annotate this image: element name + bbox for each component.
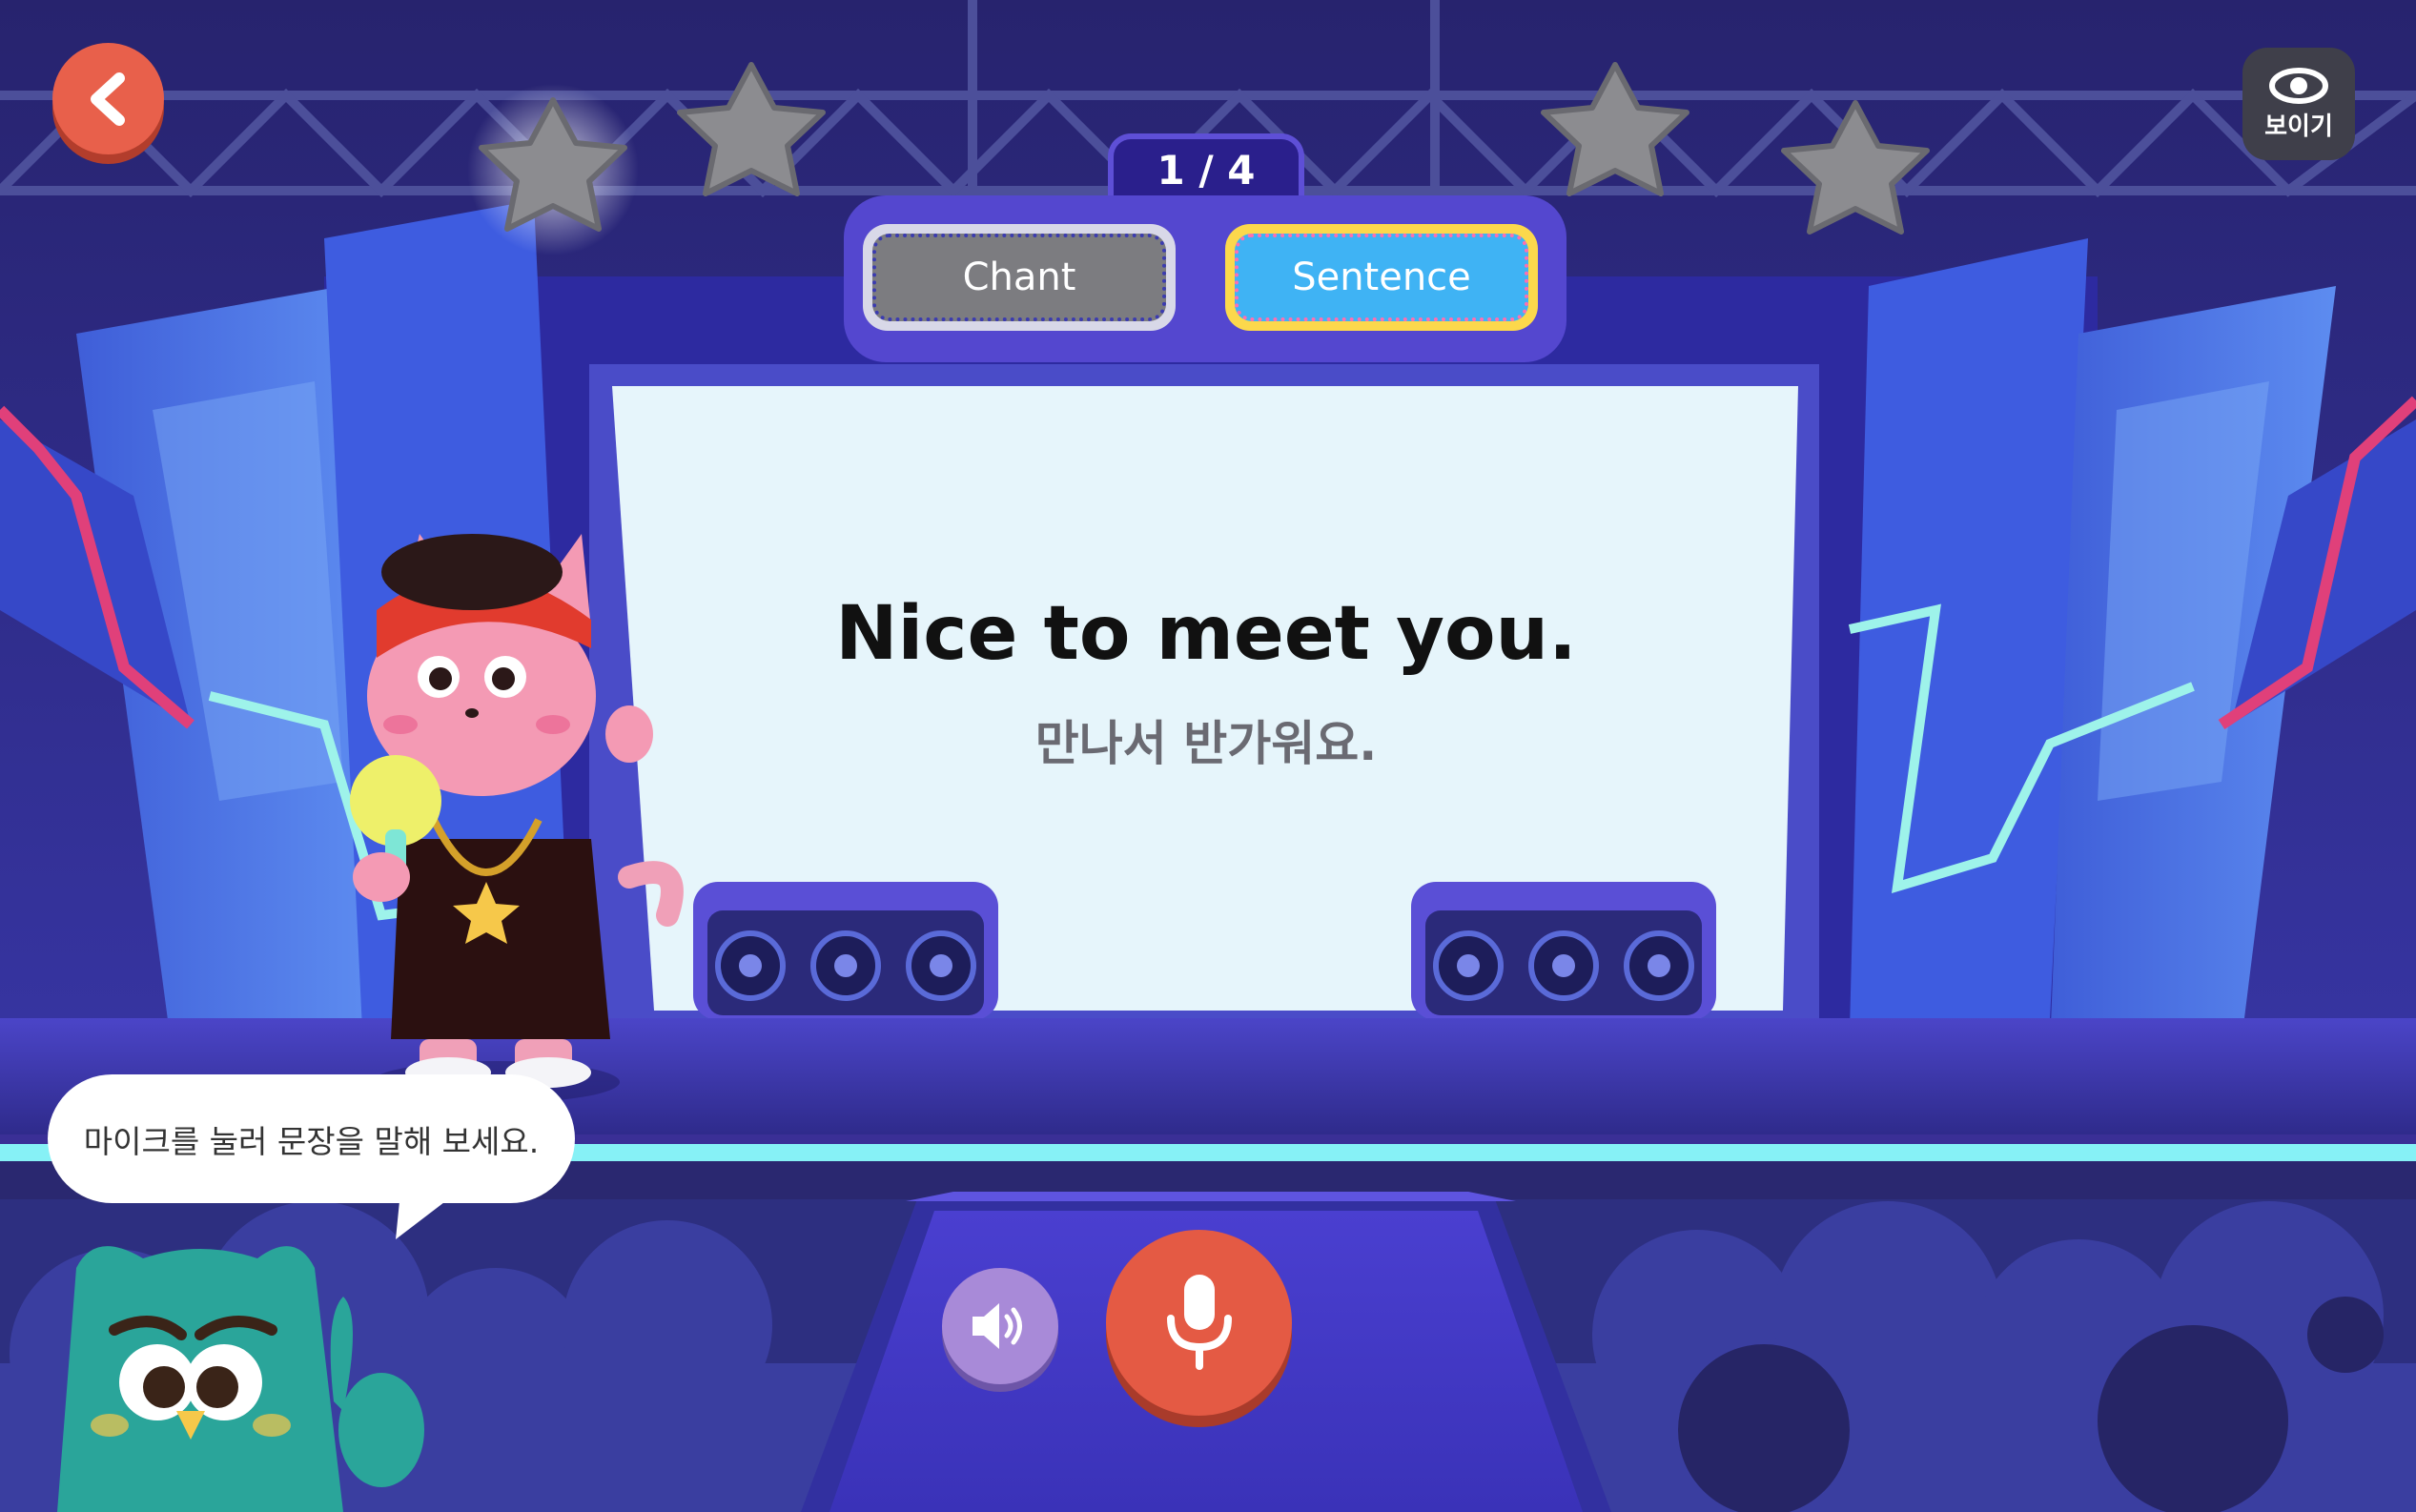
tab-sentence-label: Sentence <box>1235 234 1528 321</box>
korean-translation: 만나서 반가워요. <box>1034 716 1378 771</box>
speaker-icon <box>973 1303 1022 1349</box>
tab-sentence[interactable]: Sentence <box>1225 224 1538 331</box>
show-button-label: 보이기 <box>2264 112 2333 141</box>
show-button[interactable]: 보이기 <box>2242 48 2355 160</box>
hint-speech-bubble: 마이크를 눌러 문장을 말해 보세요. <box>48 1074 575 1203</box>
progress-indicator: 1 / 4 <box>1108 133 1304 200</box>
mode-tab-panel: Chant Sentence <box>844 195 1566 362</box>
star-1 <box>467 84 639 255</box>
back-button[interactable] <box>52 43 164 154</box>
eye-icon <box>2269 67 2328 104</box>
speaker-button[interactable] <box>942 1268 1058 1384</box>
english-sentence: Nice to meet you. <box>835 591 1577 677</box>
chevron-left-icon <box>90 72 125 126</box>
hint-text: 마이크를 눌러 문장을 말해 보세요. <box>83 1122 540 1160</box>
tab-chant[interactable]: Chant <box>863 224 1176 331</box>
tab-chant-label: Chant <box>872 234 1166 321</box>
game-stage: 보이기 1 / 4 Chant Sentence Nice to meet yo… <box>0 0 2416 1512</box>
microphone-icon <box>1166 1274 1232 1370</box>
microphone-button[interactable] <box>1106 1230 1292 1416</box>
